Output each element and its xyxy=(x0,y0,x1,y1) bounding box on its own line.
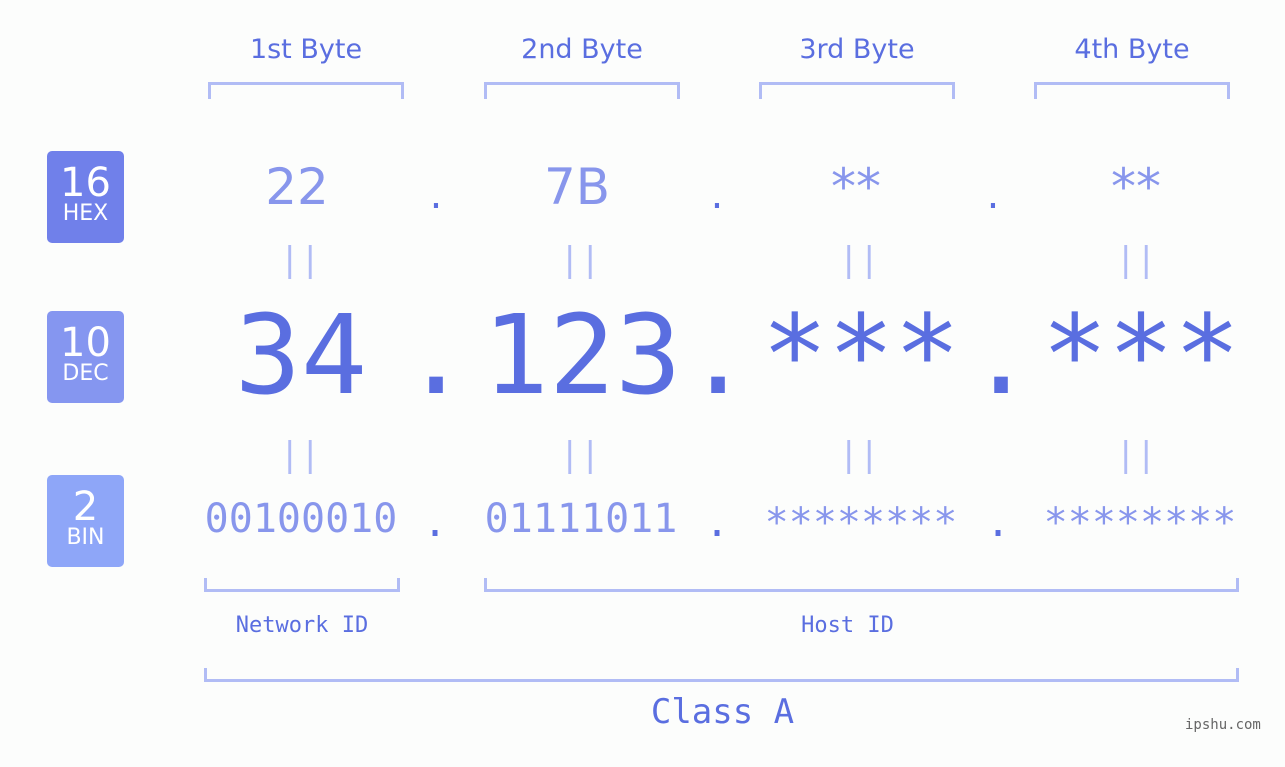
dec-byte-3: *** xyxy=(761,291,961,419)
bin-byte-3: ******** xyxy=(764,500,958,546)
byte-header-3: 3rd Byte xyxy=(799,34,915,65)
hex-byte-1: 22 xyxy=(265,158,329,216)
dec-base: 10 xyxy=(60,320,111,366)
byte-header-2: 2nd Byte xyxy=(521,34,643,65)
hex-separator: . xyxy=(429,172,443,218)
hex-byte-4: ** xyxy=(1111,158,1161,216)
equals-sign: || xyxy=(838,435,880,475)
equals-sign: || xyxy=(1115,240,1157,280)
bin-label: BIN xyxy=(66,525,105,550)
byte-header-4: 4th Byte xyxy=(1074,34,1190,65)
hex-label: HEX xyxy=(62,201,109,226)
equals-sign: || xyxy=(1115,435,1157,475)
byte-bracket-3 xyxy=(759,82,955,99)
dec-byte-2: 123 xyxy=(482,291,682,419)
equals-sign: || xyxy=(559,435,601,475)
bin-badge: 2 BIN xyxy=(47,475,124,567)
class-bracket xyxy=(204,668,1239,682)
network-id-label: Network ID xyxy=(235,613,369,638)
dec-byte-4: *** xyxy=(1041,291,1241,419)
byte-bracket-1 xyxy=(208,82,404,99)
dec-byte-1: 34 xyxy=(234,291,368,419)
class-label: Class A xyxy=(650,692,795,732)
hex-separator: . xyxy=(710,172,724,218)
host-id-label: Host ID xyxy=(801,613,894,638)
hex-byte-3: ** xyxy=(831,158,881,216)
watermark: ipshu.com xyxy=(1185,717,1261,733)
byte-bracket-4 xyxy=(1034,82,1230,99)
bin-base: 2 xyxy=(72,484,99,530)
hex-base: 16 xyxy=(60,160,111,206)
byte-bracket-2 xyxy=(484,82,680,99)
hex-badge: 16 HEX xyxy=(47,151,124,243)
bin-byte-2: 01111011 xyxy=(484,496,678,542)
host-id-bracket xyxy=(484,578,1239,592)
hex-byte-2: 7B xyxy=(543,158,611,216)
equals-sign: || xyxy=(838,240,880,280)
bin-byte-1: 00100010 xyxy=(204,496,398,542)
byte-header-1: 1st Byte xyxy=(249,34,363,65)
network-id-bracket xyxy=(204,578,400,592)
equals-sign: || xyxy=(279,240,321,280)
dec-label: DEC xyxy=(62,361,109,386)
equals-sign: || xyxy=(279,435,321,475)
equals-sign: || xyxy=(559,240,601,280)
hex-separator: . xyxy=(986,172,1000,218)
dec-badge: 10 DEC xyxy=(47,311,124,403)
bin-byte-4: ******** xyxy=(1043,500,1237,546)
